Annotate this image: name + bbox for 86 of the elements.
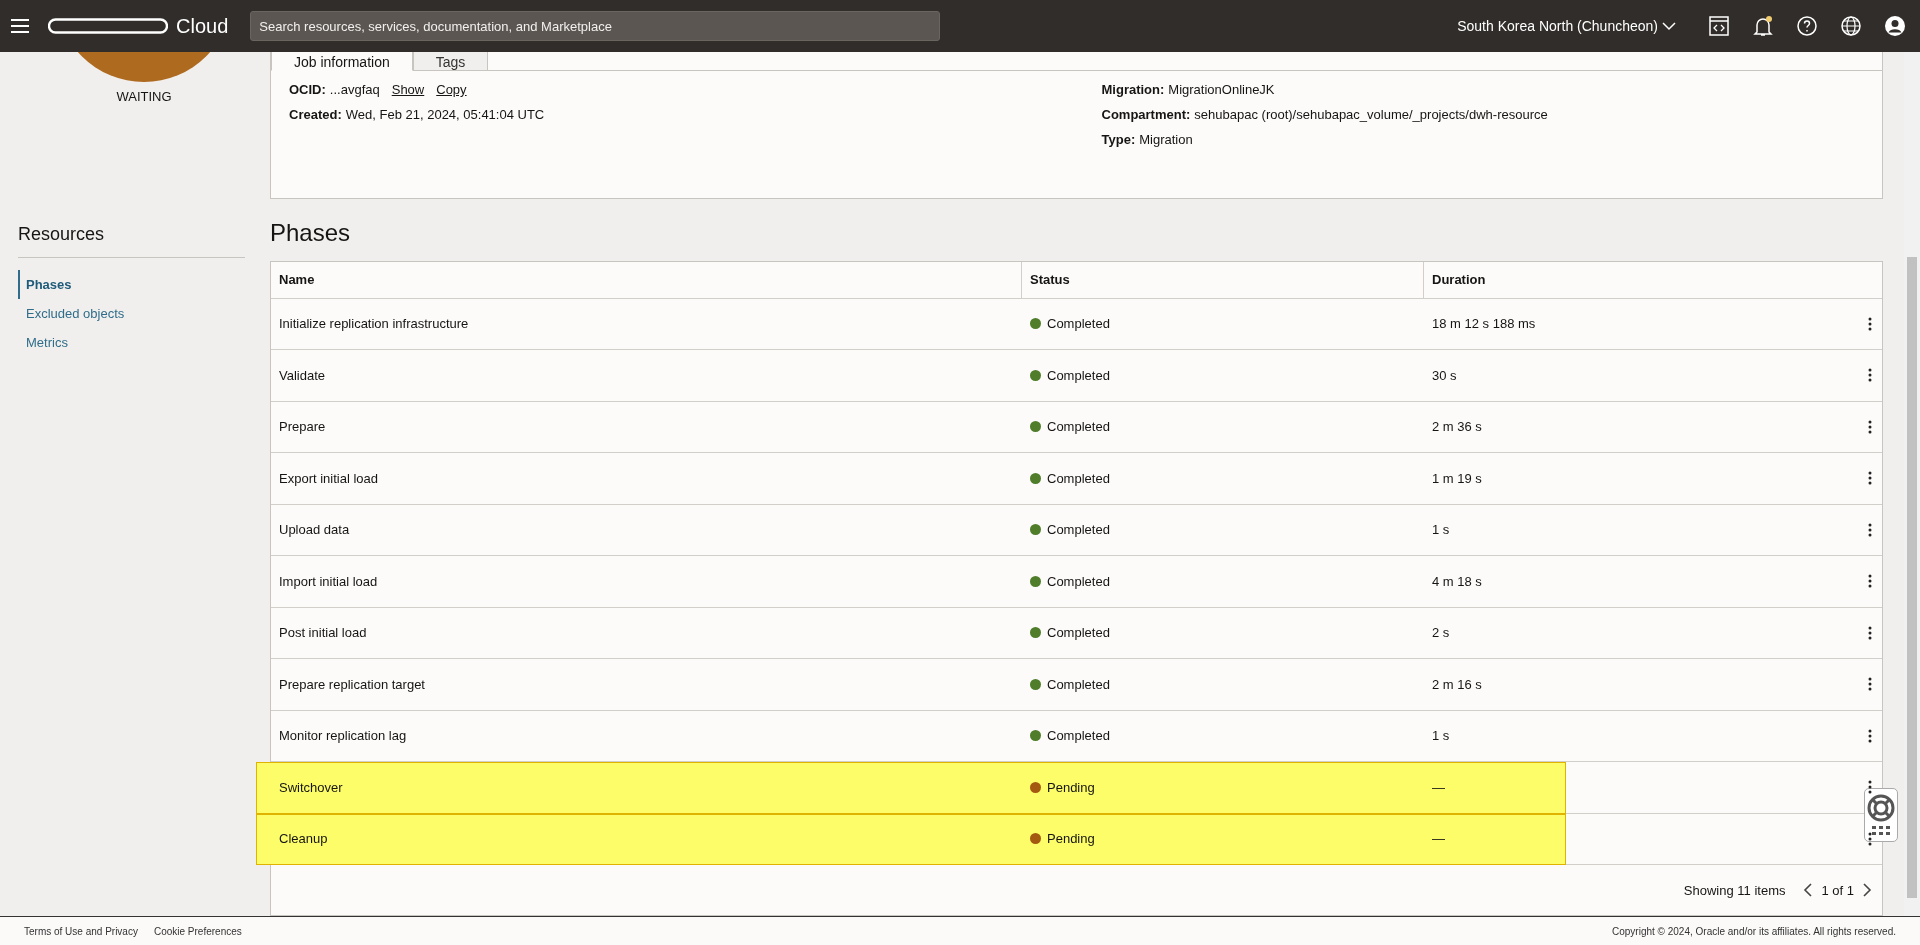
table-cell-text: 4 m 18 s xyxy=(1431,573,1483,589)
footer-link[interactable]: Terms of Use and Privacy xyxy=(24,925,138,937)
column-header[interactable]: Name xyxy=(271,261,1022,298)
page-indicator: 1 of 1 xyxy=(1821,882,1854,898)
previous-page-icon[interactable] xyxy=(1803,882,1814,898)
code-editor-icon[interactable] xyxy=(1708,15,1730,37)
table-cell-text: 1 s xyxy=(1431,728,1451,744)
status-text: Completed xyxy=(1047,470,1110,486)
table-cell-text: Export initial load xyxy=(278,470,379,486)
copyright-text: Copyright © 2024, Oracle and/or its affiliates. All rights reserved. xyxy=(1612,925,1896,937)
status-text: Completed xyxy=(1047,625,1110,641)
lifebuoy-icon[interactable] xyxy=(1867,794,1895,822)
more-actions-icon[interactable] xyxy=(1868,316,1872,331)
field-label: OCID: xyxy=(289,82,326,97)
resources-nav-item[interactable]: Excluded objects xyxy=(18,299,250,328)
field-value: Wed, Feb 21, 2024, 05:41:04 UTC xyxy=(345,107,545,122)
table-cell-text: Initialize replication infrastructure xyxy=(278,316,470,332)
resources-heading: Resources xyxy=(18,224,245,258)
menu-icon[interactable] xyxy=(10,18,30,34)
field-value: MigrationOnlineJK xyxy=(1168,82,1275,97)
more-actions-icon[interactable] xyxy=(1868,625,1872,640)
field-label: Compartment: xyxy=(1101,107,1191,122)
table-cell-text: 30 s xyxy=(1431,367,1458,383)
field-value: ...avgfaq xyxy=(329,82,380,97)
resources-nav-item[interactable]: Phases xyxy=(18,270,250,299)
status-text: Completed xyxy=(1047,367,1110,383)
status-label: WAITING xyxy=(115,89,173,104)
table-cell-text: Prepare replication target xyxy=(278,676,426,692)
resources-nav-item[interactable]: Metrics xyxy=(18,328,250,357)
table-cell-text: 2 s xyxy=(1431,625,1451,641)
text-link[interactable]: Copy xyxy=(436,82,467,97)
text-link[interactable]: Show xyxy=(391,82,425,97)
table-cell-text: Import initial load xyxy=(278,573,379,589)
search-field[interactable]: Search resources, services, documentation, and Marketplace xyxy=(250,11,941,41)
table-cell-text: Monitor replication lag xyxy=(278,728,408,744)
field-value: sehubapac (root)/sehubapac_volume/_projects/dwh-resource xyxy=(1194,107,1548,122)
field-label: Migration: xyxy=(1101,82,1165,97)
more-actions-icon[interactable] xyxy=(1868,471,1872,486)
help-icon[interactable] xyxy=(1796,15,1818,37)
table-cell-text: 18 m 12 s 188 ms xyxy=(1431,316,1537,332)
table-cell-text: — xyxy=(1431,779,1446,795)
status-text: Completed xyxy=(1047,676,1110,692)
table-cell-text: Upload data xyxy=(278,522,351,538)
status-text: Completed xyxy=(1047,419,1110,435)
table-cell-text: 2 m 16 s xyxy=(1431,676,1483,692)
section-heading: Phases xyxy=(270,218,352,247)
more-actions-icon[interactable] xyxy=(1868,419,1872,434)
table-cell-text: 1 s xyxy=(1431,522,1451,538)
table-cell-text: 2 m 36 s xyxy=(1431,419,1483,435)
table-cell-text: Validate xyxy=(278,367,326,383)
status-text: Pending xyxy=(1047,831,1095,847)
user-avatar-icon[interactable] xyxy=(1884,15,1906,37)
status-text: Completed xyxy=(1047,316,1110,332)
grid-icon[interactable] xyxy=(1871,826,1891,836)
notification-bell-icon[interactable] xyxy=(1752,15,1774,37)
chevron-down-icon[interactable] xyxy=(1662,21,1676,31)
next-page-icon[interactable] xyxy=(1862,882,1872,898)
globe-icon[interactable] xyxy=(1840,15,1862,37)
status-text: Completed xyxy=(1047,522,1110,538)
help-widget[interactable] xyxy=(1864,788,1898,842)
status-text: Completed xyxy=(1047,573,1110,589)
more-actions-icon[interactable] xyxy=(1868,368,1872,383)
table-cell-text: Switchover xyxy=(278,779,344,795)
field-label: Created: xyxy=(289,107,342,122)
table-cell-text: Prepare xyxy=(278,419,327,435)
brand-name: Cloud xyxy=(176,14,229,38)
table-cell-text: Post initial load xyxy=(278,625,368,641)
more-actions-icon[interactable] xyxy=(1868,522,1872,537)
more-actions-icon[interactable] xyxy=(1868,728,1872,743)
tab[interactable]: Tags xyxy=(412,52,489,71)
field-value: Migration xyxy=(1139,132,1193,147)
item-count: Showing 11 items xyxy=(1683,882,1786,898)
scrollbar[interactable] xyxy=(1904,52,1920,916)
more-actions-icon[interactable] xyxy=(1868,677,1872,692)
status-text: Completed xyxy=(1047,728,1110,744)
table-cell-text: — xyxy=(1431,831,1446,847)
column-header[interactable]: Status xyxy=(1022,261,1424,298)
table-cell-text: 1 m 19 s xyxy=(1431,470,1483,486)
more-actions-icon[interactable] xyxy=(1868,574,1872,589)
status-text: Pending xyxy=(1047,779,1095,795)
field-label: Type: xyxy=(1101,132,1136,147)
table-cell-text: Cleanup xyxy=(278,831,329,847)
footer-link[interactable]: Cookie Preferences xyxy=(153,925,242,937)
region-selector[interactable]: South Korea North (Chuncheon) xyxy=(1451,17,1682,35)
column-header[interactable]: Duration xyxy=(1424,261,1858,298)
tab[interactable]: Job information xyxy=(271,52,413,71)
